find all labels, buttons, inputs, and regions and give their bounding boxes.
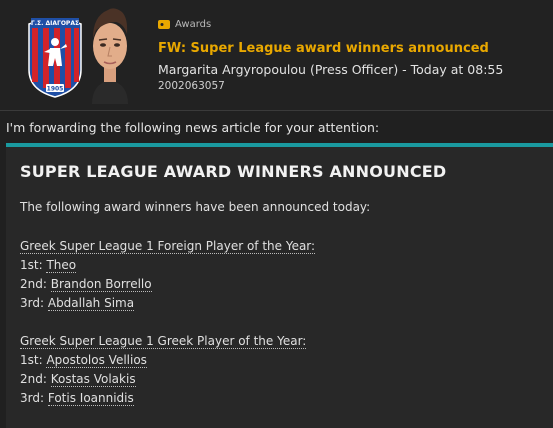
winner-row: 2nd: Kostas Volakis (20, 372, 136, 387)
award-link[interactable]: Greek Super League 1 Foreign Player of t… (20, 239, 316, 254)
winner-row: 1st: Apostolos Vellios (20, 353, 147, 368)
tag-icon (158, 20, 170, 29)
winner-name-link[interactable]: Kostas Volakis (50, 372, 136, 387)
article-title: SUPER LEAGUE AWARD WINNERS ANNOUNCED (20, 162, 447, 181)
article-intro: The following award winners have been an… (20, 200, 371, 214)
winner-place: 2nd: (20, 277, 47, 291)
winner-place: 2nd: (20, 372, 47, 386)
winner-place: 3rd: (20, 391, 45, 405)
winner-row: 2nd: Brandon Borrello (20, 277, 152, 292)
winner-name-link[interactable]: Abdallah Sima (47, 296, 135, 311)
message-tag[interactable]: Awards (158, 19, 211, 30)
news-article: SUPER LEAGUE AWARD WINNERS ANNOUNCED The… (6, 143, 553, 428)
message-header: Γ.Σ. ΔΙΑΓΟΡΑΣ 1905 Awards FW: Super Leag… (0, 0, 553, 110)
winner-name-link[interactable]: Fotis Ioannidis (47, 391, 134, 406)
forward-intro: I'm forwarding the following news articl… (6, 120, 380, 135)
winner-place: 1st: (20, 258, 43, 272)
award-title-greek[interactable]: Greek Super League 1 Greek Player of the… (20, 334, 307, 349)
crest-year: 1905 (47, 86, 64, 93)
winner-place: 1st: (20, 353, 43, 367)
winner-row: 3rd: Abdallah Sima (20, 296, 135, 311)
header-divider (0, 110, 553, 111)
winner-name-link[interactable]: Brandon Borrello (50, 277, 152, 292)
tag-label: Awards (175, 19, 212, 30)
message-id: 2002063057 (158, 80, 225, 92)
winner-row: 3rd: Fotis Ioannidis (20, 391, 134, 406)
winner-name-link[interactable]: Theo (46, 258, 77, 273)
winner-row: 1st: Theo (20, 258, 77, 273)
crest-name: Γ.Σ. ΔΙΑΓΟΡΑΣ (31, 20, 79, 27)
winner-place: 3rd: (20, 296, 45, 310)
award-title-foreign[interactable]: Greek Super League 1 Foreign Player of t… (20, 239, 316, 254)
winner-name-link[interactable]: Apostolos Vellios (46, 353, 147, 368)
message-subject: FW: Super League award winners announced (158, 41, 489, 56)
sender-avatar[interactable] (84, 4, 136, 104)
sender-line[interactable]: Margarita Argyropoulou (Press Officer) -… (158, 62, 503, 77)
award-link[interactable]: Greek Super League 1 Greek Player of the… (20, 334, 307, 349)
club-crest[interactable]: Γ.Σ. ΔΙΑΓΟΡΑΣ 1905 (26, 14, 84, 98)
